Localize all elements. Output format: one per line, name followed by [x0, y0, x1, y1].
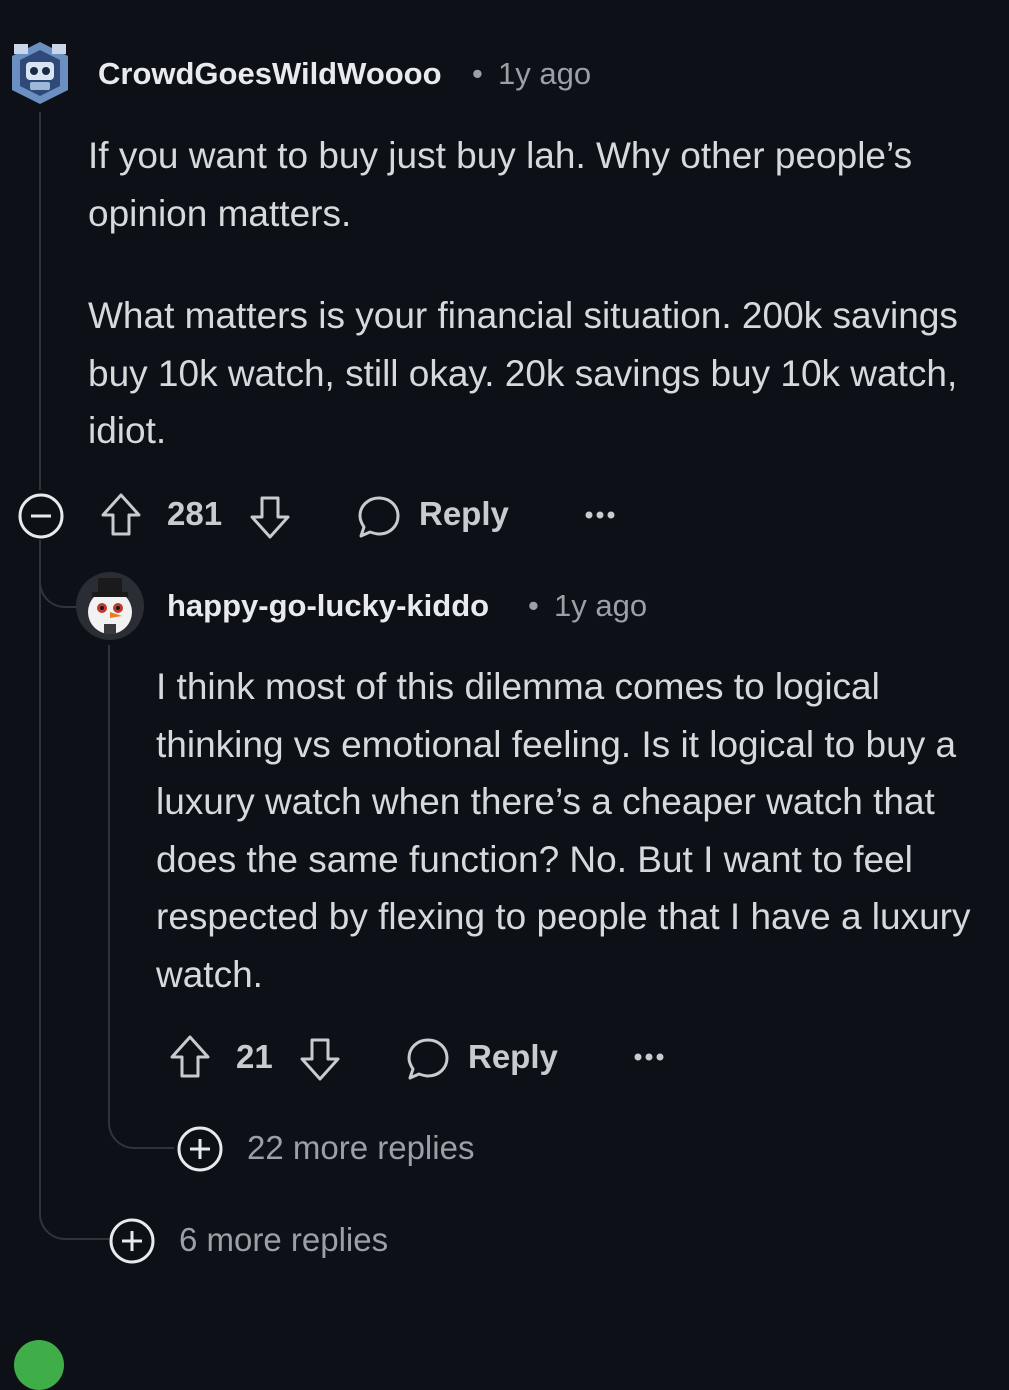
next-comment-avatar: [14, 1340, 64, 1390]
thread-connector-reply: [39, 540, 79, 608]
reply-vote-count: 21: [236, 1038, 273, 1075]
downvote-icon[interactable]: [298, 1036, 342, 1082]
collapse-icon[interactable]: [18, 493, 64, 539]
upvote-icon[interactable]: [168, 1034, 212, 1080]
reply-bubble-icon[interactable]: [405, 1036, 451, 1082]
robot-avatar-icon[interactable]: [8, 40, 72, 106]
thread-line-main: [39, 540, 41, 1200]
more-options-icon[interactable]: [633, 1050, 667, 1064]
comment-timestamp[interactable]: 1y ago: [498, 56, 591, 92]
thread-connector-22-more: [108, 1095, 174, 1149]
thread-line-reply: [108, 645, 110, 1100]
downvote-icon[interactable]: [248, 494, 292, 540]
thread-connector-6-more: [39, 1190, 109, 1240]
reply-more-replies-link[interactable]: 22 more replies: [247, 1129, 474, 1167]
comment-reply-button[interactable]: Reply: [419, 495, 509, 533]
reply-paragraph: I think most of this dilemma comes to lo…: [156, 666, 971, 995]
comment-paragraph: What matters is your financial situation…: [88, 295, 958, 451]
upvote-icon[interactable]: [99, 492, 143, 538]
reply-body: I think most of this dilemma comes to lo…: [156, 658, 976, 1003]
comment-vote-count: 281: [167, 495, 223, 532]
reply-separator: •: [528, 588, 539, 623]
comment-username[interactable]: CrowdGoesWildWoooo: [98, 56, 442, 92]
reply-timestamp[interactable]: 1y ago: [554, 588, 647, 624]
comment-separator: •: [472, 56, 483, 91]
expand-replies-icon[interactable]: [109, 1218, 155, 1264]
comment-paragraph: If you want to buy just buy lah. Why oth…: [88, 135, 913, 234]
more-options-icon[interactable]: [584, 508, 618, 522]
comment-body: If you want to buy just buy lah. Why oth…: [88, 127, 988, 460]
reply-reply-button[interactable]: Reply: [468, 1038, 558, 1076]
thread-more-replies-link[interactable]: 6 more replies: [179, 1221, 388, 1259]
reply-username[interactable]: happy-go-lucky-kiddo: [167, 588, 489, 624]
reply-bubble-icon[interactable]: [356, 494, 402, 540]
snowman-avatar-icon[interactable]: [76, 572, 144, 640]
expand-replies-icon[interactable]: [177, 1126, 223, 1172]
thread-line-comment: [39, 112, 41, 490]
